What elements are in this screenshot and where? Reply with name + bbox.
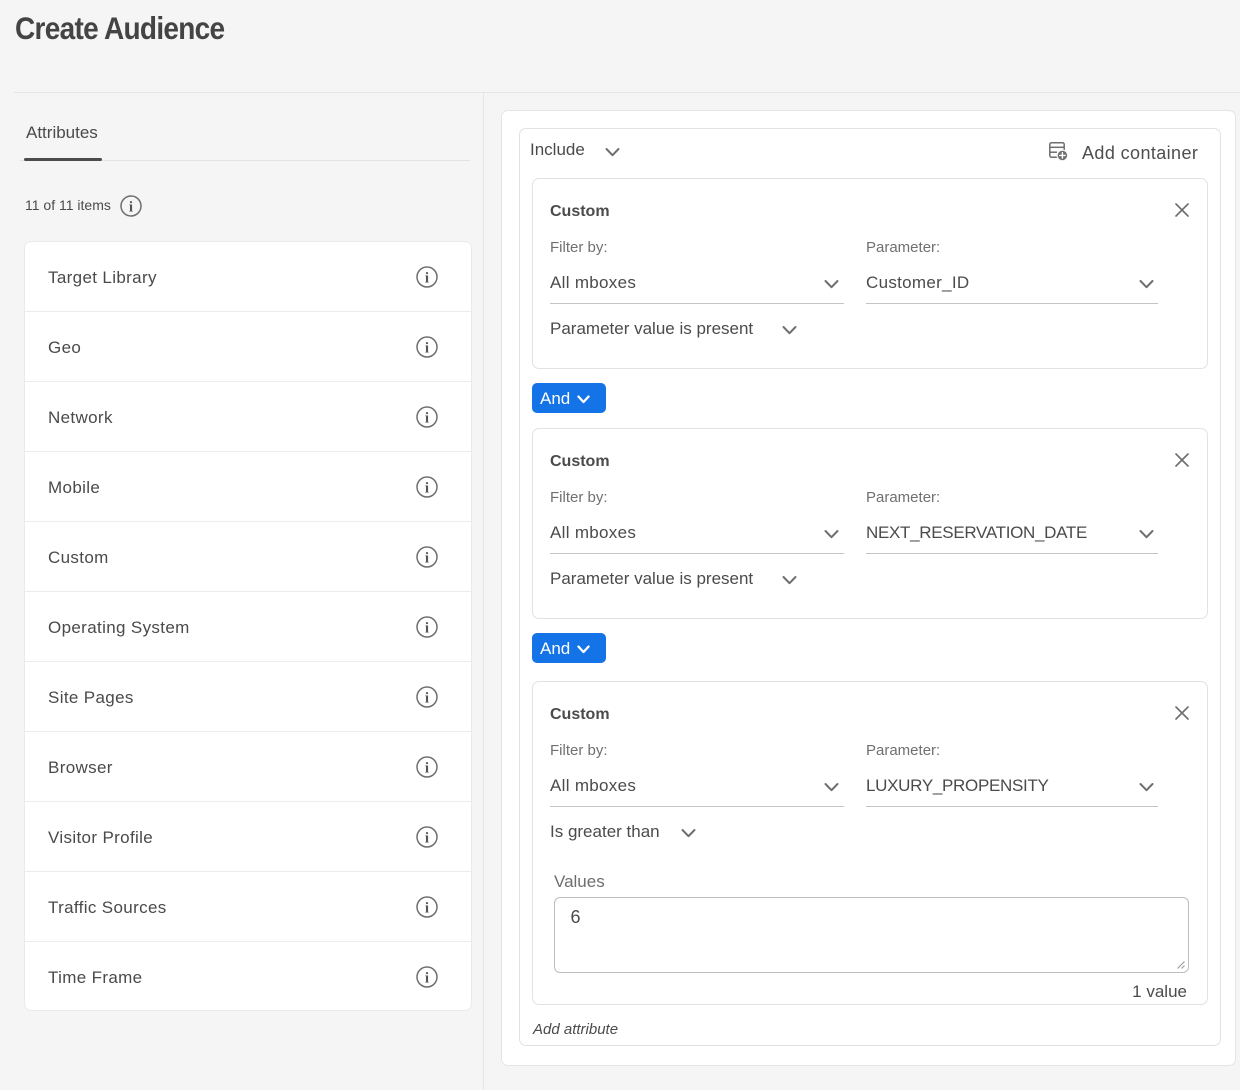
svg-text:i: i: [425, 270, 429, 286]
svg-text:i: i: [425, 340, 429, 356]
svg-text:i: i: [425, 550, 429, 566]
svg-text:i: i: [425, 830, 429, 846]
svg-text:i: i: [425, 480, 429, 496]
svg-text:i: i: [425, 760, 429, 776]
svg-text:i: i: [425, 690, 429, 706]
svg-text:i: i: [425, 620, 429, 636]
svg-text:i: i: [425, 900, 429, 916]
svg-text:i: i: [425, 970, 429, 986]
svg-text:i: i: [128, 199, 132, 215]
svg-text:i: i: [425, 410, 429, 426]
